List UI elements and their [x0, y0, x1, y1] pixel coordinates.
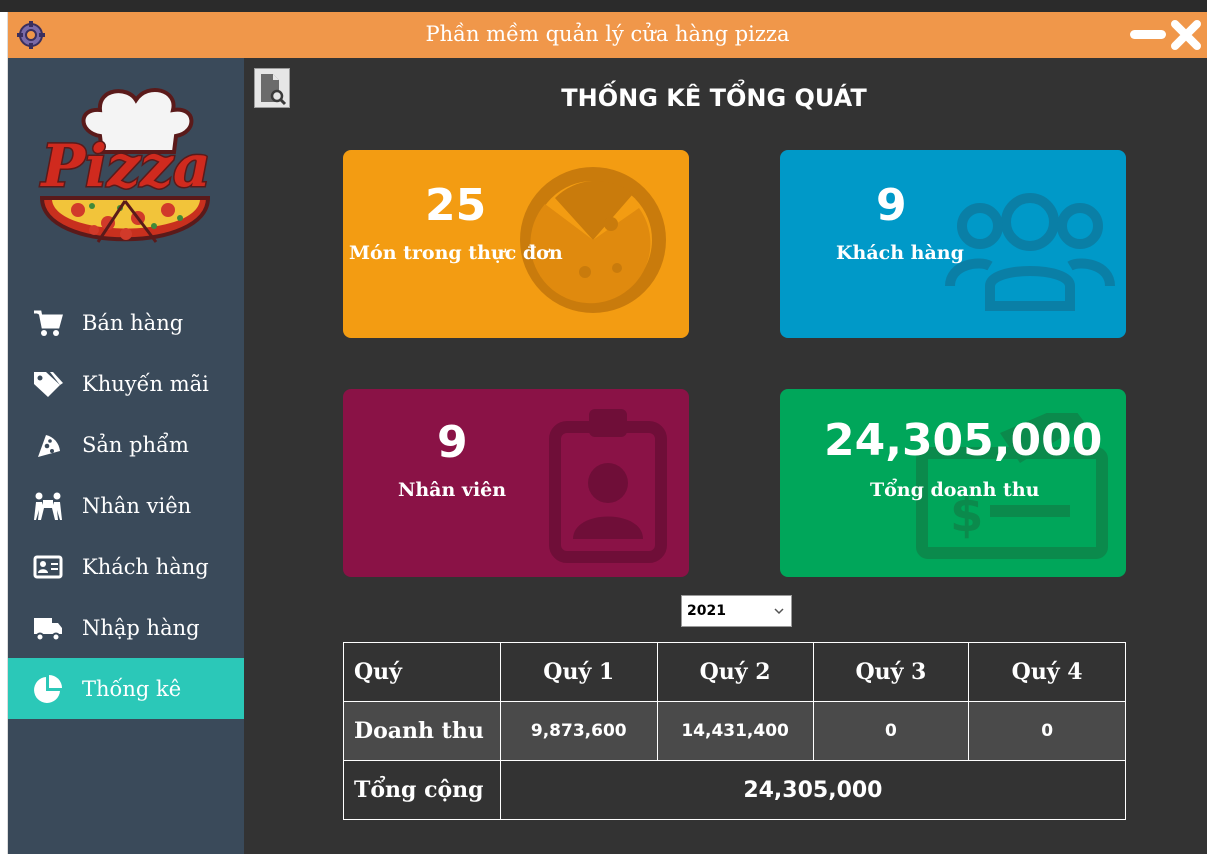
users-icon	[945, 193, 1115, 311]
revenue-total-label: Tổng doanh thu	[870, 479, 1040, 501]
minimize-button[interactable]	[1130, 26, 1166, 42]
menu-items-label: Món trong thực đơn	[349, 242, 563, 264]
chevron-down-icon	[774, 608, 784, 615]
table-row-label: Doanh thu	[343, 701, 501, 761]
sidebar-item-thong-ke[interactable]: Thống kê	[8, 658, 244, 719]
table-header-cell: Quý 1	[499, 642, 658, 702]
sidebar-item-khach-hang[interactable]: Khách hàng	[8, 536, 244, 597]
sidebar-item-label: Thống kê	[82, 676, 182, 701]
sidebar-item-label: Khuyến mãi	[82, 371, 209, 396]
pizza-icon	[520, 167, 666, 313]
menu-items-card: 25 Món trong thực đơn	[343, 150, 689, 338]
pizza-logo: Pizza	[38, 88, 212, 243]
table-header-cell: Quý 4	[968, 642, 1126, 702]
background-app-strip	[0, 0, 1207, 12]
shopping-cart-icon	[34, 310, 63, 336]
table-cell: 14,431,400	[656, 701, 814, 761]
pizza-slice-icon	[38, 434, 60, 457]
revenue-card: $ 24,305,000 Tổng doanh thu	[780, 389, 1126, 577]
employees-card: 9 Nhân viên	[343, 389, 689, 577]
page-title: THỐNG KÊ TỔNG QUÁT	[561, 84, 867, 112]
pie-chart-icon	[34, 674, 62, 703]
window-title: Phần mềm quản lý cửa hàng pizza	[425, 22, 790, 46]
logo-text: Pizza	[39, 132, 210, 200]
table-cell: 0	[812, 701, 970, 761]
close-icon[interactable]	[1170, 18, 1202, 52]
address-card-icon	[33, 555, 63, 578]
customers-card: 9 Khách hàng	[780, 150, 1126, 338]
table-cell: 0	[968, 701, 1126, 761]
table-cell: 9,873,600	[499, 701, 658, 761]
year-dropdown-value: 2021	[687, 603, 726, 619]
sidebar-item-label: Khách hàng	[82, 554, 209, 579]
truck-icon	[34, 617, 62, 641]
main-content: THỐNG KÊ TỔNG QUÁT 25 Món trong thực đơn	[244, 58, 1207, 854]
sidebar-item-nhap-hang[interactable]: Nhập hàng	[8, 597, 244, 658]
sidebar-item-nhan-vien[interactable]: Nhân viên	[8, 475, 244, 536]
sidebar-item-label: Bán hàng	[82, 310, 184, 335]
id-badge-icon	[549, 409, 667, 563]
app-window: Phần mềm quản lý cửa hàng pizza Pizza Bá…	[8, 12, 1207, 854]
title-bar: Phần mềm quản lý cửa hàng pizza	[8, 12, 1207, 58]
background-app-edge	[0, 12, 8, 854]
table-header-cell: Quý 2	[656, 642, 814, 702]
sidebar-item-label: Nhập hàng	[82, 615, 200, 640]
table-row: Quý Quý 1 Quý 2 Quý 3 Quý 4	[343, 642, 1126, 702]
sidebar-item-label: Sản phẩm	[82, 432, 189, 457]
table-total-cell: 24,305,000	[499, 760, 1127, 820]
sidebar-nav: Bán hàng Khuyến mãi Sản phẩm Nhân viên K…	[8, 292, 244, 719]
customers-label: Khách hàng	[836, 242, 964, 264]
people-carry-icon	[34, 492, 62, 520]
sidebar-item-khuyen-mai[interactable]: Khuyến mãi	[8, 353, 244, 414]
sidebar-item-ban-hang[interactable]: Bán hàng	[8, 292, 244, 353]
table-row-label: Tổng cộng	[343, 760, 501, 820]
customers-count: 9	[876, 180, 907, 231]
tags-icon	[34, 371, 63, 397]
sidebar-item-label: Nhân viên	[82, 493, 192, 518]
quarterly-revenue-table: Quý Quý 1 Quý 2 Quý 3 Quý 4 Doanh thu 9,…	[343, 642, 1127, 820]
table-header-cell: Quý 3	[812, 642, 970, 702]
employees-label: Nhân viên	[398, 479, 507, 501]
table-row: Doanh thu 9,873,600 14,431,400 0 0	[343, 701, 1126, 761]
table-header-cell: Quý	[343, 642, 501, 702]
sidebar-item-san-pham[interactable]: Sản phẩm	[8, 414, 244, 475]
year-dropdown[interactable]: 2021	[681, 595, 792, 627]
menu-items-count: 25	[425, 180, 487, 231]
sidebar: Pizza Bán hàng Khuyến mãi Sản phẩm Nhân …	[8, 58, 244, 854]
employees-count: 9	[437, 417, 468, 468]
revenue-total-value: 24,305,000	[824, 415, 1103, 466]
table-row: Tổng cộng 24,305,000	[343, 760, 1127, 820]
